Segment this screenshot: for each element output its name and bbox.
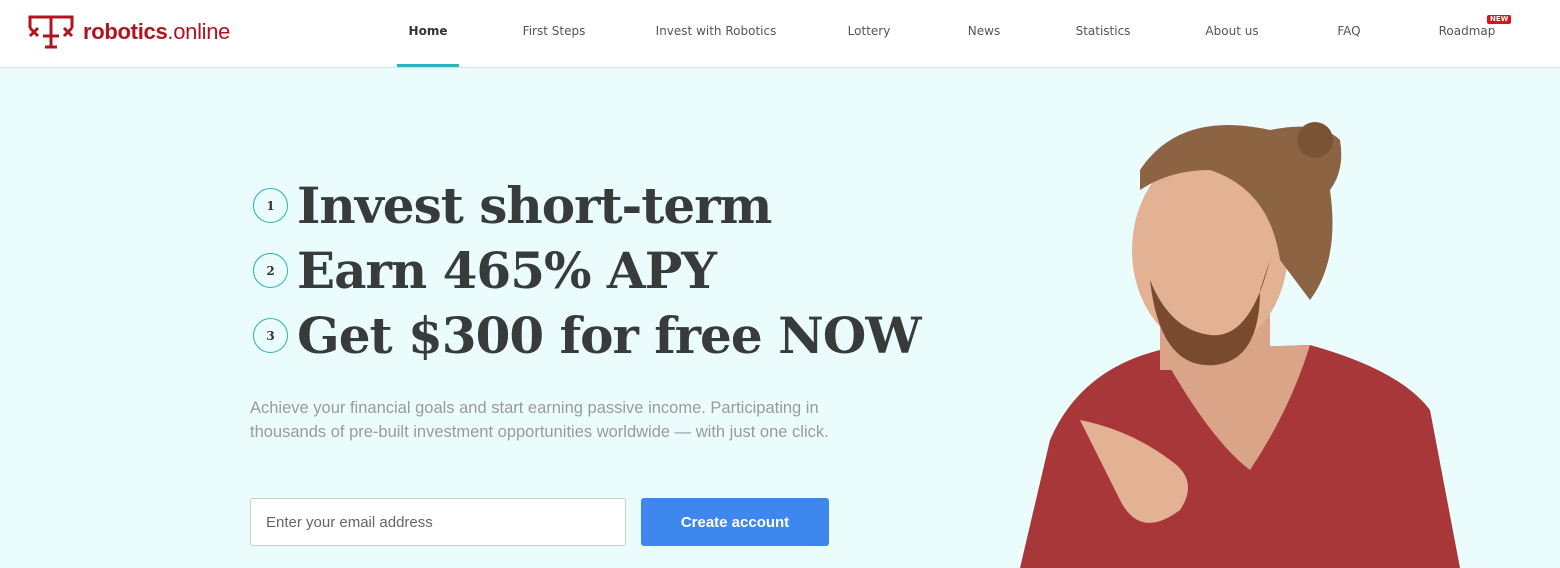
nav-home[interactable]: Home — [409, 24, 448, 38]
nav-statistics[interactable]: Statistics — [1076, 24, 1131, 38]
step-number-1: 1 — [253, 188, 288, 223]
nav-about-us[interactable]: About us — [1205, 24, 1258, 38]
robot-logo-icon — [28, 15, 74, 49]
active-tab-indicator — [397, 64, 459, 67]
nav-first-steps[interactable]: First Steps — [523, 24, 586, 38]
hero-step-1: 1 Invest short-term — [253, 176, 772, 235]
nav-faq[interactable]: FAQ — [1337, 24, 1360, 38]
step-number-2: 2 — [253, 253, 288, 288]
nav-news[interactable]: News — [968, 24, 1000, 38]
hero-headline-2: Earn 465% APY — [297, 241, 717, 300]
create-account-button[interactable]: Create account — [641, 498, 829, 546]
logo[interactable]: robotics.online — [27, 14, 230, 50]
hero-headline-3: Get $300 for free NOW — [297, 306, 921, 365]
nav-invest-with-robotics[interactable]: Invest with Robotics — [656, 24, 777, 38]
new-badge: NEW — [1487, 15, 1512, 24]
hero-description: Achieve your financial goals and start e… — [250, 399, 829, 441]
nav-lottery[interactable]: Lottery — [848, 24, 891, 38]
hero-step-2: 2 Earn 465% APY — [253, 241, 717, 300]
hero-step-3: 3 Get $300 for free NOW — [253, 306, 921, 365]
hero-headline-1: Invest short-term — [297, 176, 772, 235]
logo-text: robotics.online — [83, 19, 231, 44]
email-input[interactable] — [250, 498, 626, 546]
step-number-3: 3 — [253, 318, 288, 353]
top-header: robotics.online Home First Steps Invest … — [0, 0, 1560, 68]
nav-roadmap[interactable]: Roadmap — [1439, 24, 1496, 38]
hero-man-photo — [1020, 122, 1460, 568]
